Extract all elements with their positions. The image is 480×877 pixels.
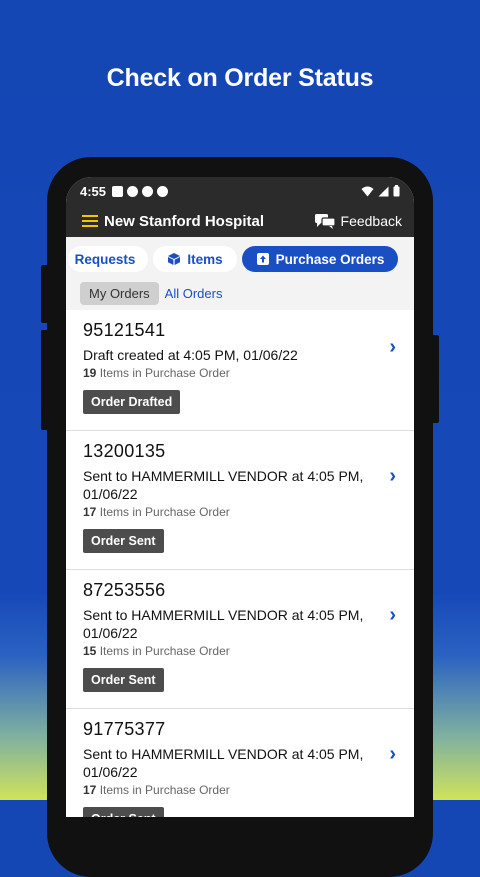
item-count-suffix: Items in Purchase Order xyxy=(96,783,230,797)
all-orders-filter[interactable]: All Orders xyxy=(165,286,223,301)
cube-icon xyxy=(168,253,181,265)
phone-side-button-left-2 xyxy=(41,330,49,430)
wifi-icon xyxy=(361,186,374,196)
notification-icon xyxy=(157,185,169,197)
order-item-count: 15 Items in Purchase Order xyxy=(83,644,370,658)
notification-icon xyxy=(112,185,124,197)
item-count-value: 19 xyxy=(83,366,97,380)
tab-label: Requests xyxy=(74,251,136,267)
status-bar: 4:55 xyxy=(66,177,414,205)
notification-icon xyxy=(127,185,139,197)
order-number: 87253556 xyxy=(83,580,166,600)
order-filter-tabs: My Orders All Orders xyxy=(66,277,414,310)
status-badge: Order Drafted xyxy=(83,390,181,414)
item-count-value: 17 xyxy=(83,783,97,797)
order-number: 91775377 xyxy=(83,719,166,739)
notification-icons xyxy=(112,185,169,197)
item-count-suffix: Items in Purchase Order xyxy=(96,366,230,380)
feedback-button[interactable]: Feedback xyxy=(314,213,402,229)
item-count-value: 15 xyxy=(83,644,97,658)
order-description: Sent to HAMMERMILL VENDOR at 4:05 PM, 01… xyxy=(83,746,364,780)
phone-side-button-left xyxy=(41,265,49,323)
item-count-value: 17 xyxy=(83,505,97,519)
order-card[interactable]: 95121541 Draft created at 4:05 PM, 01/06… xyxy=(66,310,414,431)
tab-label: Purchase Orders xyxy=(275,251,385,267)
upload-box-icon xyxy=(256,253,269,265)
chevron-right-icon[interactable]: › xyxy=(389,465,396,488)
promo-headline: Check on Order Status xyxy=(106,64,374,92)
feedback-label: Feedback xyxy=(340,213,402,229)
chevron-right-icon[interactable]: › xyxy=(389,743,396,766)
feedback-chat-icon xyxy=(314,214,336,229)
item-count-suffix: Items in Purchase Order xyxy=(96,644,230,658)
status-time: 4:55 xyxy=(80,183,107,199)
order-card[interactable]: 13200135 Sent to HAMMERMILL VENDOR at 4:… xyxy=(66,431,414,570)
order-item-count: 19 Items in Purchase Order xyxy=(83,366,370,380)
order-description: Draft created at 4:05 PM, 01/06/22 xyxy=(83,347,298,363)
app-screen: 4:55 New Stanford Hospital Feedback Requ… xyxy=(66,177,414,817)
tab-items[interactable]: Items xyxy=(153,246,237,272)
tab-purchase-orders[interactable]: Purchase Orders xyxy=(242,246,398,272)
order-card[interactable]: 87253556 Sent to HAMMERMILL VENDOR at 4:… xyxy=(66,570,414,709)
my-orders-filter[interactable]: My Orders xyxy=(80,281,159,305)
item-count-suffix: Items in Purchase Order xyxy=(96,505,230,519)
signal-icon xyxy=(378,186,389,196)
order-description: Sent to HAMMERMILL VENDOR at 4:05 PM, 01… xyxy=(83,468,364,502)
status-badge: Order Sent xyxy=(83,807,164,817)
order-item-count: 17 Items in Purchase Order xyxy=(83,505,370,519)
status-badge: Order Sent xyxy=(83,529,164,553)
chevron-right-icon[interactable]: › xyxy=(389,336,396,359)
order-description: Sent to HAMMERMILL VENDOR at 4:05 PM, 01… xyxy=(83,607,364,641)
phone-side-button-right xyxy=(431,335,439,423)
tab-label: Items xyxy=(187,251,223,267)
chevron-right-icon[interactable]: › xyxy=(389,604,396,627)
order-number: 13200135 xyxy=(83,441,166,461)
order-card[interactable]: 91775377 Sent to HAMMERMILL VENDOR at 4:… xyxy=(66,709,414,817)
battery-icon xyxy=(393,185,400,197)
status-right-icons xyxy=(361,185,400,197)
app-bar: New Stanford Hospital Feedback xyxy=(66,205,414,237)
status-badge: Order Sent xyxy=(83,668,164,692)
order-list: 95121541 Draft created at 4:05 PM, 01/06… xyxy=(66,310,414,817)
app-title: New Stanford Hospital xyxy=(104,212,265,230)
order-item-count: 17 Items in Purchase Order xyxy=(83,783,370,797)
notification-icon xyxy=(142,185,154,197)
tab-requests[interactable]: Requests xyxy=(68,246,148,272)
hamburger-menu-icon[interactable] xyxy=(82,215,98,227)
main-tabs: Requests Items Purchase Orders xyxy=(66,237,414,277)
order-number: 95121541 xyxy=(83,320,166,340)
